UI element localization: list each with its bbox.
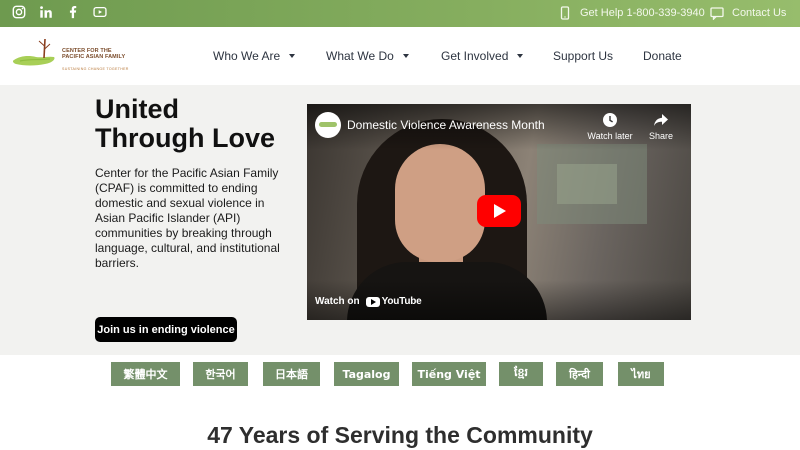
clock-icon	[603, 113, 617, 127]
language-selector: 繁體中文 한국어 日本語 Tagalog Tiếng Việt ខ្មែរ हि…	[0, 355, 800, 395]
lang-tagalog-button[interactable]: Tagalog	[334, 362, 399, 386]
site-header: CENTER FOR THE PACIFIC ASIAN FAMILY SUST…	[0, 27, 800, 85]
nav-who-we-are[interactable]: Who We Are	[213, 49, 296, 63]
hero-description: Center for the Pacific Asian Family (CPA…	[95, 166, 280, 270]
youtube-play-icon	[365, 296, 380, 307]
contact-us-link[interactable]: Contact Us	[732, 7, 786, 19]
lang-thai-button[interactable]: ไทย	[618, 362, 664, 386]
facebook-icon[interactable]	[66, 5, 80, 19]
video-title[interactable]: Domestic Violence Awareness Month	[347, 118, 545, 132]
lang-khmer-button[interactable]: ខ្មែរ	[499, 362, 543, 386]
lang-vietnamese-button[interactable]: Tiếng Việt	[412, 362, 486, 386]
lang-hindi-button[interactable]: हिन्दी	[556, 362, 603, 386]
nav-support-us[interactable]: Support Us	[553, 49, 613, 63]
watch-later-button[interactable]: Watch later	[585, 112, 635, 141]
chat-icon	[710, 6, 724, 20]
top-utility-bar: Get Help 1-800-339-3940 Contact Us	[0, 0, 800, 27]
nav-get-involved[interactable]: Get Involved	[441, 49, 524, 63]
chevron-down-icon	[402, 54, 409, 58]
youtube-icon[interactable]	[93, 5, 107, 19]
tree-logo-icon	[12, 38, 55, 66]
hero-title: United Through Love	[95, 94, 275, 153]
phone-icon	[559, 6, 571, 20]
chevron-down-icon	[289, 54, 296, 58]
lang-korean-button[interactable]: 한국어	[193, 362, 248, 386]
video-speaker-face	[395, 144, 485, 262]
hero-section: United Through Love Center for the Pacif…	[0, 85, 800, 355]
nav-donate[interactable]: Donate	[643, 49, 682, 63]
video-background-panel	[557, 164, 617, 204]
channel-avatar[interactable]	[315, 112, 341, 138]
cpaf-logo[interactable]: CENTER FOR THE PACIFIC ASIAN FAMILY SUST…	[12, 36, 128, 76]
logo-wordmark: CENTER FOR THE PACIFIC ASIAN FAMILY	[62, 48, 126, 61]
share-button[interactable]: Share	[636, 112, 686, 141]
lang-japanese-button[interactable]: 日本語	[263, 362, 320, 386]
join-us-button[interactable]: Join us in ending violence	[95, 317, 237, 342]
watch-on-youtube-link[interactable]: Watch on YouTube	[315, 296, 422, 307]
lang-traditional-chinese-button[interactable]: 繁體中文	[111, 362, 180, 386]
instagram-icon[interactable]	[12, 5, 26, 19]
section-heading: 47 Years of Serving the Community	[207, 422, 593, 448]
play-button[interactable]	[477, 195, 521, 227]
linkedin-icon[interactable]	[39, 5, 53, 19]
share-arrow-icon	[654, 114, 668, 126]
chevron-down-icon	[517, 54, 524, 58]
logo-tagline: SUSTAINING CHANGE TOGETHER	[62, 67, 129, 71]
nav-what-we-do[interactable]: What We Do	[326, 49, 409, 63]
get-help-phone-link[interactable]: Get Help 1-800-339-3940	[580, 7, 705, 19]
youtube-video-player[interactable]: Domestic Violence Awareness Month Watch …	[307, 104, 691, 320]
youtube-logo: YouTube	[365, 296, 422, 307]
